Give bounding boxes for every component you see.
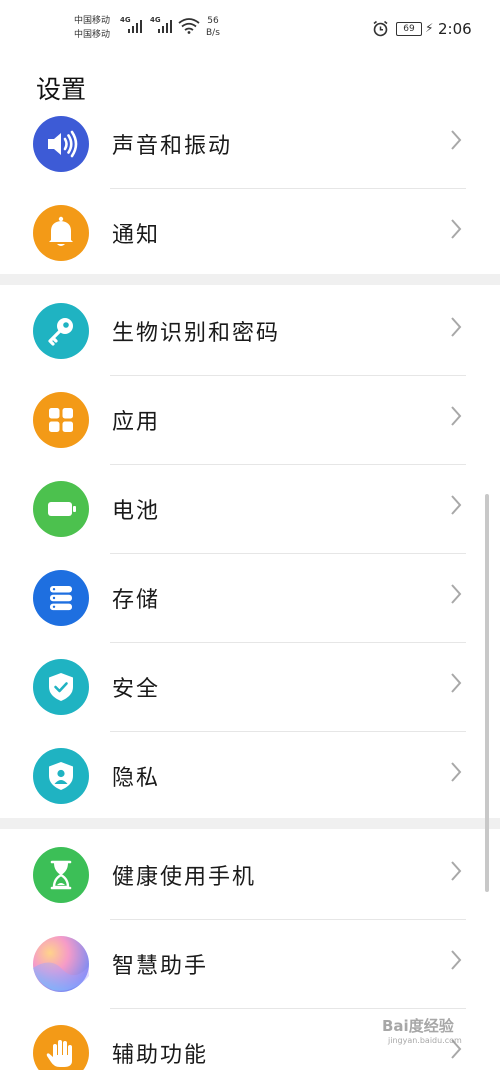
bell-icon (33, 205, 89, 261)
item-label: 应用 (112, 410, 161, 435)
storage-icon (33, 570, 89, 626)
watermark-brand: Bai度经验 (382, 1017, 454, 1035)
settings-item-smart-assistant[interactable]: 智慧助手 (0, 920, 500, 1009)
settings-item-apps[interactable]: 应用 (0, 376, 500, 465)
section-separator (0, 274, 500, 285)
wifi-icon (178, 18, 200, 34)
apps-grid-icon (33, 392, 89, 448)
key-icon (33, 303, 89, 359)
item-label: 隐私 (112, 766, 161, 791)
chevron-right-icon (451, 861, 462, 881)
chevron-right-icon (451, 495, 462, 515)
chevron-right-icon (451, 219, 462, 239)
chevron-right-icon (451, 317, 462, 337)
settings-item-privacy[interactable]: 隐私 (0, 732, 500, 821)
shield-check-icon (33, 659, 89, 715)
battery-icon (33, 481, 89, 537)
item-label: 生物识别和密码 (112, 321, 281, 346)
battery-level: 69 (396, 22, 422, 36)
chevron-right-icon (451, 584, 462, 604)
privacy-shield-icon (33, 748, 89, 804)
chevron-right-icon (451, 130, 462, 150)
chevron-right-icon (451, 406, 462, 426)
item-label: 电池 (112, 499, 161, 524)
settings-item-notifications[interactable]: 通知 (0, 189, 500, 278)
hand-icon (33, 1025, 89, 1070)
signal-icon (158, 19, 174, 33)
settings-item-digital-balance[interactable]: 健康使用手机 (0, 831, 500, 920)
item-label: 智慧助手 (112, 954, 209, 979)
assistant-orb-icon (33, 936, 89, 992)
scrollbar[interactable] (485, 494, 489, 892)
chevron-right-icon (451, 673, 462, 693)
settings-item-battery[interactable]: 电池 (0, 465, 500, 554)
watermark-logo: Bai度经验 jingyan.baidu.com (382, 1015, 462, 1045)
alarm-icon (373, 20, 388, 37)
item-label: 通知 (112, 223, 161, 248)
settings-item-biometrics-password[interactable]: 生物识别和密码 (0, 287, 500, 376)
status-bar: 中国移动 中国移动 4G 4G 56 B/s 69 ⚡ 2:06 (0, 0, 500, 56)
speaker-icon (33, 116, 89, 172)
signal-icon (128, 19, 144, 33)
carrier-1: 中国移动 (74, 16, 111, 26)
item-label: 存储 (112, 588, 161, 613)
carrier-2: 中国移动 (74, 30, 111, 40)
item-label: 安全 (112, 677, 161, 702)
watermark-url: jingyan.baidu.com (388, 1036, 462, 1045)
settings-item-sound-vibration[interactable]: 声音和振动 (0, 100, 500, 189)
chevron-right-icon (451, 762, 462, 782)
hourglass-icon (33, 847, 89, 903)
settings-item-storage[interactable]: 存储 (0, 554, 500, 643)
charging-icon: ⚡ (425, 21, 434, 35)
settings-item-security[interactable]: 安全 (0, 643, 500, 732)
network-speed: 56 B/s (206, 15, 220, 39)
carrier-labels: 中国移动 中国移动 (74, 14, 110, 42)
item-label: 辅助功能 (112, 1043, 209, 1068)
item-label: 健康使用手机 (112, 865, 257, 890)
chevron-right-icon (451, 950, 462, 970)
section-separator (0, 818, 500, 829)
clock: 2:06 (438, 20, 472, 38)
speed-unit: B/s (206, 28, 220, 38)
item-label: 声音和振动 (112, 134, 233, 159)
speed-value: 56 (207, 16, 219, 26)
